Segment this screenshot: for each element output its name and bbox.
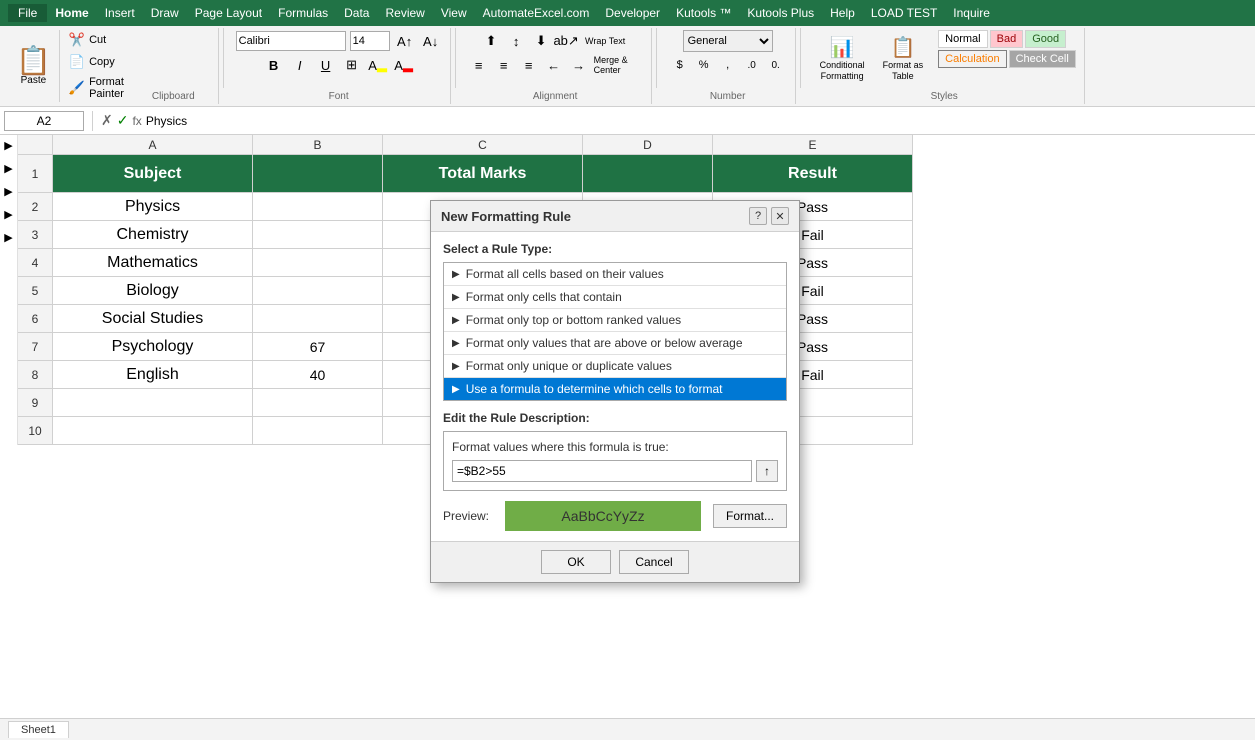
formula-text-input[interactable]: [452, 460, 752, 482]
rule-type-label: Select a Rule Type:: [443, 242, 787, 256]
rule-item-5-label: Format only unique or duplicate values: [466, 359, 672, 373]
modal-controls: ? ✕: [749, 207, 789, 225]
rule-item-5[interactable]: ▶ Format only unique or duplicate values: [444, 354, 786, 377]
rule-type-list: ▶ Format all cells based on their values…: [443, 262, 787, 401]
modal-footer: OK Cancel: [431, 541, 799, 582]
rule-item-2-label: Format only cells that contain: [466, 290, 622, 304]
new-formatting-rule-dialog: New Formatting Rule ? ✕ Select a Rule Ty…: [430, 200, 800, 583]
cancel-button[interactable]: Cancel: [619, 550, 689, 574]
modal-close-button[interactable]: ✕: [771, 207, 789, 225]
preview-row: Preview: AaBbCcYyZz Format...: [443, 501, 787, 531]
edit-rule-label: Edit the Rule Description:: [443, 411, 787, 425]
ok-button[interactable]: OK: [541, 550, 611, 574]
rule-item-4[interactable]: ▶ Format only values that are above or b…: [444, 331, 786, 354]
rule-item-3-label: Format only top or bottom ranked values: [466, 313, 681, 327]
rule-item-6[interactable]: ▶ Use a formula to determine which cells…: [444, 377, 786, 400]
rule-item-1-label: Format all cells based on their values: [466, 267, 664, 281]
formula-input-row: ↑: [452, 460, 778, 482]
rule-arrow-3: ▶: [452, 315, 460, 326]
format-button[interactable]: Format...: [713, 504, 787, 528]
modal-title: New Formatting Rule: [441, 209, 571, 224]
preview-box: AaBbCcYyZz: [505, 501, 701, 531]
rule-item-2[interactable]: ▶ Format only cells that contain: [444, 285, 786, 308]
rule-arrow-4: ▶: [452, 338, 460, 349]
modal-body: Select a Rule Type: ▶ Format all cells b…: [431, 232, 799, 541]
rule-item-4-label: Format only values that are above or bel…: [466, 336, 743, 350]
modal-titlebar: New Formatting Rule ? ✕: [431, 201, 799, 232]
rule-item-6-label: Use a formula to determine which cells t…: [466, 382, 723, 396]
edit-rule-section: Edit the Rule Description: Format values…: [443, 411, 787, 531]
rule-item-1[interactable]: ▶ Format all cells based on their values: [444, 263, 786, 285]
rule-arrow-5: ▶: [452, 361, 460, 372]
formula-section: Format values where this formula is true…: [443, 431, 787, 491]
preview-label: Preview:: [443, 509, 493, 523]
rule-item-3[interactable]: ▶ Format only top or bottom ranked value…: [444, 308, 786, 331]
rule-arrow-6: ▶: [452, 384, 460, 395]
rule-arrow-1: ▶: [452, 269, 460, 280]
formula-section-label: Format values where this formula is true…: [452, 440, 778, 454]
modal-help-button[interactable]: ?: [749, 207, 767, 225]
rule-arrow-2: ▶: [452, 292, 460, 303]
formula-ref-button[interactable]: ↑: [756, 460, 778, 482]
modal-overlay: New Formatting Rule ? ✕ Select a Rule Ty…: [0, 0, 1255, 740]
